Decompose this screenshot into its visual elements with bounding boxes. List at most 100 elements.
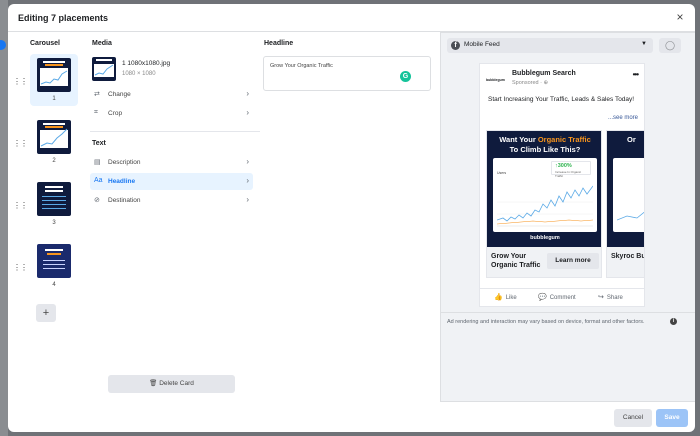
delete-card-label: Delete Card [159, 380, 194, 387]
cancel-button[interactable]: Cancel [614, 409, 652, 427]
facebook-icon: f [451, 41, 460, 50]
slide-headline: Skyroc Busine [611, 253, 644, 260]
refresh-icon[interactable]: ◯ [659, 38, 681, 53]
headline-row[interactable]: Aa Headline › [90, 173, 253, 190]
chevron-right-icon: › [246, 108, 249, 117]
page-avatar: bubblegum [486, 78, 505, 82]
users-axis-label: Users [497, 171, 507, 175]
drag-handle-icon[interactable]: ⋮⋮ [13, 202, 28, 210]
crop-media-row[interactable]: ⌗ Crop › [90, 105, 253, 122]
card-number: 1 [52, 96, 56, 102]
modal-title: Editing 7 placements [18, 13, 109, 23]
card-number: 4 [52, 282, 56, 288]
share-icon: ↪ [598, 294, 604, 301]
carousel-card-4[interactable]: 4 [30, 240, 78, 292]
preview-panel: f Mobile Feed ▼ ◯ bubblegum Bubblegum Se… [440, 32, 695, 402]
trash-icon: 🗑 [149, 380, 158, 387]
slide-image: Want Your Organic Traffic To Climb Like … [487, 131, 601, 247]
see-more-link[interactable]: ...see more [608, 115, 638, 121]
traffic-chart: ↑300% Increase In Organic Traffic Users [493, 158, 597, 232]
change-label: Change [108, 91, 131, 98]
growth-badge: ↑300% Increase In Organic Traffic [551, 161, 591, 178]
drag-handle-icon[interactable]: ⋮⋮ [13, 140, 28, 148]
placement-select[interactable]: f Mobile Feed ▼ [447, 38, 653, 53]
carousel-slide-2[interactable]: Or Skyroc Busine [606, 130, 644, 278]
slide-image: Or [607, 131, 644, 247]
growth-percent: ↑300% [555, 163, 572, 169]
link-icon: ⊘ [94, 197, 100, 204]
chevron-right-icon: › [246, 176, 249, 185]
more-options-icon[interactable]: ••• [633, 70, 639, 79]
ad-action-bar: 👍 Like 💬 Comment ↪ Share [480, 288, 644, 306]
text-title: Text [92, 140, 106, 147]
traffic-line-chart [497, 185, 593, 227]
card-thumbnail [37, 182, 71, 216]
chevron-right-icon: › [246, 195, 249, 204]
share-action[interactable]: ↪ Share [598, 293, 623, 301]
destination-label: Destination [108, 197, 141, 204]
card-thumbnail [37, 244, 71, 278]
slide-footer: Grow Your Organic Traffic Learn more [487, 247, 601, 277]
headline-value: Grow Your Organic Traffic [270, 63, 333, 69]
card-thumbnail [37, 120, 71, 154]
carousel-card-1[interactable]: 1 [30, 54, 78, 106]
media-thumbnail [92, 57, 116, 81]
headline-title: Headline [264, 40, 294, 47]
brand-logo: bubblegum [530, 235, 560, 241]
media-filename: 1 1080x1080.jpg [122, 60, 171, 67]
swap-icon: ⇄ [94, 91, 100, 98]
like-action[interactable]: 👍 Like [494, 293, 517, 301]
change-media-row[interactable]: ⇄ Change › [90, 86, 253, 103]
preview-disclaimer: Ad rendering and interaction may vary ba… [447, 319, 645, 325]
growth-caption: Increase In Organic Traffic [555, 170, 582, 178]
card-thumbnail [37, 58, 71, 92]
delete-card-button[interactable]: 🗑 Delete Card [108, 375, 235, 393]
panel-divider [441, 312, 695, 313]
section-divider [90, 131, 260, 132]
destination-row[interactable]: ⊘ Destination › [90, 192, 253, 209]
drag-handle-icon[interactable]: ⋮⋮ [13, 78, 28, 86]
headline-input[interactable]: Grow Your Organic Traffic G [263, 56, 431, 91]
text-format-icon: Aa [94, 177, 103, 184]
slide-headline-line-1: Want Your Organic Traffic [499, 135, 591, 144]
add-card-button[interactable]: + [36, 304, 56, 322]
comment-action[interactable]: 💬 Comment [538, 293, 576, 301]
description-label: Description [108, 159, 141, 166]
media-dimensions: 1080 × 1080 [122, 71, 156, 77]
comment-icon: 💬 [538, 294, 547, 301]
description-row[interactable]: ▤ Description › [90, 154, 253, 171]
ad-primary-text: Start Increasing Your Traffic, Leads & S… [488, 96, 635, 103]
modal-header: Editing 7 placements × [8, 4, 695, 32]
headline-label: Headline [108, 178, 136, 185]
card-number: 2 [52, 158, 56, 164]
caret-down-icon: ▼ [641, 41, 647, 47]
chevron-right-icon: › [246, 157, 249, 166]
slide-headline-line-2: To Climb Like This? [509, 145, 581, 154]
edit-placements-modal: Editing 7 placements × Carousel ⋮⋮ 1 ⋮⋮ … [8, 4, 695, 432]
carousel-card-2[interactable]: 2 [30, 116, 78, 168]
crop-icon: ⌗ [94, 109, 98, 116]
carousel-slide-1[interactable]: Want Your Organic Traffic To Climb Like … [486, 130, 602, 278]
learn-more-button[interactable]: Learn more [547, 253, 599, 269]
chevron-right-icon: › [246, 89, 249, 98]
save-button[interactable]: Save [656, 409, 688, 427]
placement-label: Mobile Feed [464, 41, 500, 48]
card-number: 3 [52, 220, 56, 226]
traffic-line-chart [617, 211, 644, 221]
sponsored-label: Sponsored · ⊕ [512, 80, 549, 86]
slide-footer: Skyroc Busine [607, 247, 644, 277]
slide-headline: Grow Your Organic Traffic [491, 253, 541, 269]
description-icon: ▤ [94, 159, 101, 166]
crop-label: Crop [108, 110, 123, 117]
slide-headline-line-1: Or [627, 135, 636, 144]
info-icon[interactable]: i [670, 318, 677, 325]
carousel-card-3[interactable]: 3 [30, 178, 78, 230]
page-name[interactable]: Bubblegum Search [512, 70, 576, 77]
media-title: Media [92, 40, 112, 47]
carousel-title: Carousel [30, 40, 60, 47]
thumbs-up-icon: 👍 [494, 294, 503, 301]
background-page [0, 0, 8, 436]
close-icon[interactable]: × [673, 10, 687, 24]
drag-handle-icon[interactable]: ⋮⋮ [13, 264, 28, 272]
grammarly-icon[interactable]: G [400, 71, 411, 82]
